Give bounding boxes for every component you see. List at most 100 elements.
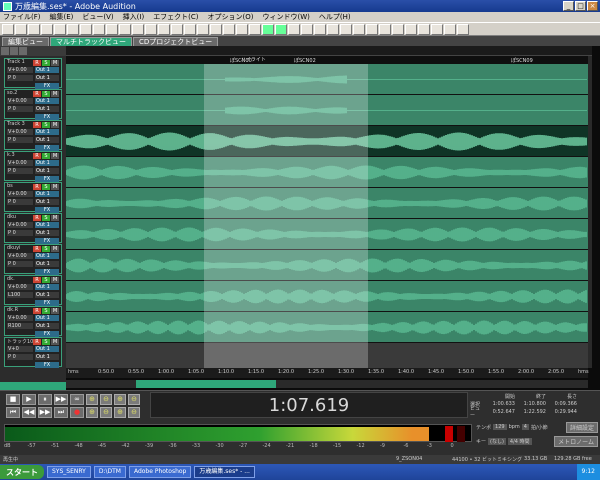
record-arm-button[interactable]: R — [33, 184, 41, 190]
output-select[interactable]: Out 1 — [35, 253, 59, 259]
time-signature-select[interactable]: 4/4 時間 — [507, 437, 532, 445]
loop-button[interactable]: ∞ — [70, 394, 84, 405]
toolbar-button[interactable] — [54, 23, 66, 35]
track-panel-scrollbar[interactable] — [0, 382, 66, 390]
toolbar-button[interactable] — [41, 23, 53, 35]
view-button[interactable] — [10, 47, 18, 55]
waveform-lane[interactable] — [66, 95, 588, 126]
toolbar-button[interactable] — [444, 23, 456, 35]
mute-button[interactable]: M — [51, 153, 59, 159]
view-start[interactable]: 0:52.647 — [487, 409, 515, 415]
taskbar-item[interactable]: SYS_SENRY — [47, 466, 91, 478]
toolbar-button[interactable] — [223, 23, 235, 35]
track-name[interactable]: Track 3 — [7, 121, 25, 128]
selection-start[interactable]: 1:00.633 — [487, 401, 515, 407]
input-select[interactable]: Out 1 — [35, 75, 59, 81]
selection-end[interactable]: 1:10.800 — [518, 401, 546, 407]
pan-control[interactable]: P 0 — [7, 137, 33, 143]
track-control[interactable]: トラック10 R S M V+0 Out 1P 0 Out 1 FX — [4, 337, 62, 368]
beats-field[interactable]: 4 — [521, 424, 529, 430]
track-control[interactable]: Track 1 R S M V+0.00 Out 1P 0 Out 1 FX — [4, 58, 62, 89]
solo-button[interactable]: S — [42, 60, 50, 66]
input-select[interactable]: Out 1 — [35, 354, 59, 360]
track-name[interactable]: dk.R — [7, 307, 18, 314]
maximize-button[interactable]: □ — [575, 1, 586, 11]
record-arm-button[interactable]: R — [33, 277, 41, 283]
output-select[interactable]: Out 1 — [35, 98, 59, 104]
track-name[interactable]: dk. — [7, 276, 15, 283]
solo-button[interactable]: S — [42, 91, 50, 97]
toolbar-button[interactable] — [145, 23, 157, 35]
solo-button[interactable]: S — [42, 215, 50, 221]
metronome-button[interactable]: メトロノーム — [554, 435, 598, 447]
pan-control[interactable]: P 0 — [7, 106, 33, 112]
record-arm-button[interactable]: R — [33, 308, 41, 314]
pan-control[interactable]: P 0 — [7, 261, 33, 267]
toolbar-button[interactable] — [80, 23, 92, 35]
output-select[interactable]: Out 1 — [35, 191, 59, 197]
toolbar-button[interactable] — [366, 23, 378, 35]
zoom-out-horizontal-button[interactable]: ⊖ — [100, 394, 112, 405]
zoom-right-button[interactable]: ⊖ — [100, 407, 112, 418]
pan-control[interactable]: L100 — [7, 292, 33, 298]
solo-button[interactable]: S — [42, 308, 50, 314]
toolbar-button[interactable] — [418, 23, 430, 35]
solo-button[interactable]: S — [42, 277, 50, 283]
solo-button[interactable]: S — [42, 339, 50, 345]
pause-button[interactable]: ⏸ — [38, 394, 52, 405]
marker-bar[interactable]: ハイライト ぽSCN10 ぽSCN02 ぽSCN09 — [66, 56, 592, 64]
pan-control[interactable]: P 0 — [7, 168, 33, 174]
zoom-full-button[interactable]: ⊖ — [128, 394, 140, 405]
start-button[interactable]: スタート — [0, 465, 44, 479]
toolbar-button[interactable] — [28, 23, 40, 35]
menu-insert[interactable]: 挿入(I) — [123, 12, 145, 22]
zoom-out-vertical-button[interactable]: ⊖ — [128, 407, 140, 418]
input-select[interactable]: Out 1 — [35, 137, 59, 143]
zoom-in-horizontal-button[interactable]: ⊕ — [86, 394, 98, 405]
track-name[interactable]: bs — [7, 183, 13, 190]
volume-control[interactable]: V+0.00 — [7, 129, 33, 135]
pan-control[interactable]: P 0 — [7, 199, 33, 205]
track-control[interactable]: k.3 R S M V+0.00 Out 1P 0 Out 1 FX — [4, 151, 62, 182]
tab-cd-project-view[interactable]: CDプロジェクトビュー — [133, 37, 219, 46]
track-name[interactable]: トラック10 — [7, 338, 33, 345]
toolbar-button[interactable] — [405, 23, 417, 35]
selection-length[interactable]: 0:09.366 — [549, 401, 577, 407]
waveform-lane[interactable] — [66, 312, 588, 343]
toolbar-button[interactable] — [327, 23, 339, 35]
taskbar-item[interactable]: D:\DTM — [93, 466, 126, 478]
waveform-lane[interactable] — [66, 250, 588, 281]
track-control[interactable]: dk.R R S M V+0.00 Out 1 R100 Out 1 FX — [4, 306, 62, 337]
waveform-lane[interactable] — [66, 157, 588, 188]
zoom-selection-button[interactable]: ⊕ — [114, 394, 126, 405]
toolbar-button[interactable] — [158, 23, 170, 35]
volume-control[interactable]: V+0.00 — [7, 67, 33, 73]
input-select[interactable]: Out 1 — [35, 261, 59, 267]
go-to-start-button[interactable]: ⏮ — [6, 407, 20, 418]
mute-button[interactable]: M — [51, 308, 59, 314]
go-to-end-button[interactable]: ⏭ — [54, 407, 68, 418]
vertical-scrollbar[interactable] — [588, 56, 592, 368]
mute-button[interactable]: M — [51, 215, 59, 221]
track-name[interactable]: dkuyi — [7, 245, 20, 252]
solo-button[interactable]: S — [42, 246, 50, 252]
play-button[interactable]: ▶ — [22, 394, 36, 405]
stop-button[interactable]: ■ — [6, 394, 20, 405]
toolbar-button[interactable] — [171, 23, 183, 35]
waveform-lane[interactable] — [66, 188, 588, 219]
mute-button[interactable]: M — [51, 91, 59, 97]
waveform-lane[interactable] — [66, 281, 588, 312]
toolbar-button[interactable] — [15, 23, 27, 35]
input-select[interactable]: Out 1 — [35, 230, 59, 236]
menu-options[interactable]: オプション(O) — [208, 12, 254, 22]
record-arm-button[interactable]: R — [33, 246, 41, 252]
input-select[interactable]: Out 1 — [35, 292, 59, 298]
scroll-thumb[interactable] — [136, 380, 276, 388]
record-arm-button[interactable]: R — [33, 60, 41, 66]
track-name[interactable]: Track 1 — [7, 59, 25, 66]
rewind-button[interactable]: ◀◀ — [22, 407, 36, 418]
waveform-lane[interactable] — [66, 126, 588, 157]
toolbar-button[interactable] — [184, 23, 196, 35]
record-button[interactable]: ● — [70, 407, 84, 418]
menu-edit[interactable]: 編集(E) — [50, 12, 74, 22]
